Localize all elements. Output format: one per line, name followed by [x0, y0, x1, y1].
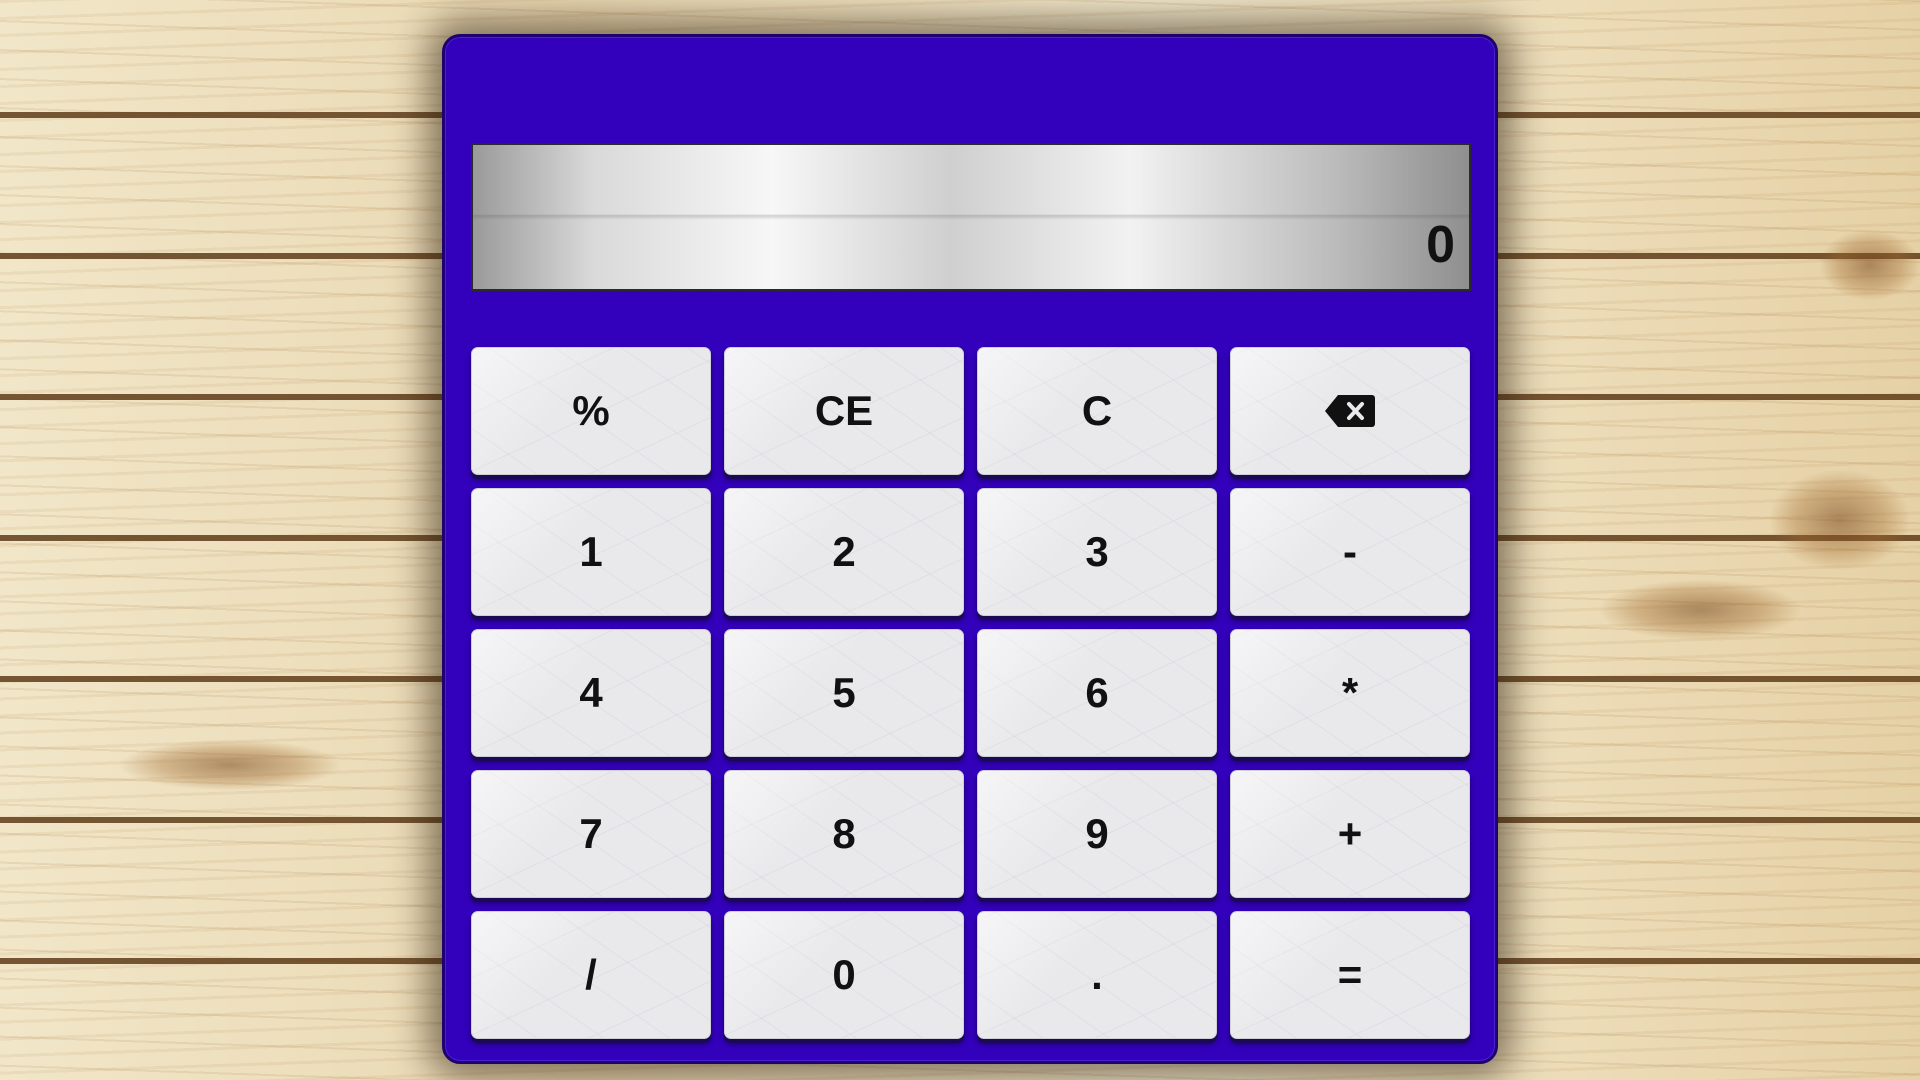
clear-entry-button[interactable]: CE [724, 347, 964, 475]
key-label: 2 [832, 528, 856, 575]
wood-knot [1820, 230, 1920, 300]
digit-1-button[interactable]: 1 [471, 488, 711, 616]
multiply-button[interactable]: * [1230, 629, 1470, 757]
divide-button[interactable]: / [471, 911, 711, 1039]
digit-4-button[interactable]: 4 [471, 629, 711, 757]
wood-knot [1600, 580, 1800, 640]
key-label: 0 [832, 951, 856, 998]
digit-5-button[interactable]: 5 [724, 629, 964, 757]
wood-knot [120, 740, 340, 790]
add-button[interactable]: + [1230, 770, 1470, 898]
wood-knot [1770, 470, 1910, 570]
key-label: 8 [832, 810, 856, 857]
digit-8-button[interactable]: 8 [724, 770, 964, 898]
key-label: 1 [579, 528, 603, 575]
percent-button[interactable]: % [471, 347, 711, 475]
key-label: 4 [579, 669, 603, 716]
key-label: % [572, 387, 610, 434]
digit-0-button[interactable]: 0 [724, 911, 964, 1039]
clear-button[interactable]: C [977, 347, 1217, 475]
backspace-button[interactable] [1230, 347, 1470, 475]
key-label: = [1337, 951, 1363, 998]
key-label: 3 [1085, 528, 1109, 575]
digit-6-button[interactable]: 6 [977, 629, 1217, 757]
key-label: * [1341, 669, 1359, 716]
digit-3-button[interactable]: 3 [977, 488, 1217, 616]
key-label: 7 [579, 810, 603, 857]
key-label: 5 [832, 669, 856, 716]
decimal-button[interactable]: . [977, 911, 1217, 1039]
subtract-button[interactable]: - [1230, 488, 1470, 616]
key-label: CE [814, 387, 874, 434]
key-label: 6 [1085, 669, 1109, 716]
digit-2-button[interactable]: 2 [724, 488, 964, 616]
equals-button[interactable]: = [1230, 911, 1470, 1039]
display-value: 0 [1426, 216, 1455, 274]
calculator-display: 0 [471, 143, 1471, 291]
key-label: + [1337, 810, 1363, 857]
calculator: 0 % CE C 1 2 3 - 4 5 6 * 7 8 9 + / 0 . = [442, 34, 1498, 1064]
key-label: C [1081, 387, 1113, 434]
digit-9-button[interactable]: 9 [977, 770, 1217, 898]
key-label: 9 [1085, 810, 1109, 857]
key-label: / [585, 951, 597, 998]
keypad: % CE C 1 2 3 - 4 5 6 * 7 8 9 + / 0 . = [471, 347, 1473, 1039]
key-label: - [1343, 528, 1357, 575]
key-label: . [1091, 951, 1103, 998]
digit-7-button[interactable]: 7 [471, 770, 711, 898]
backspace-icon [1324, 394, 1376, 428]
